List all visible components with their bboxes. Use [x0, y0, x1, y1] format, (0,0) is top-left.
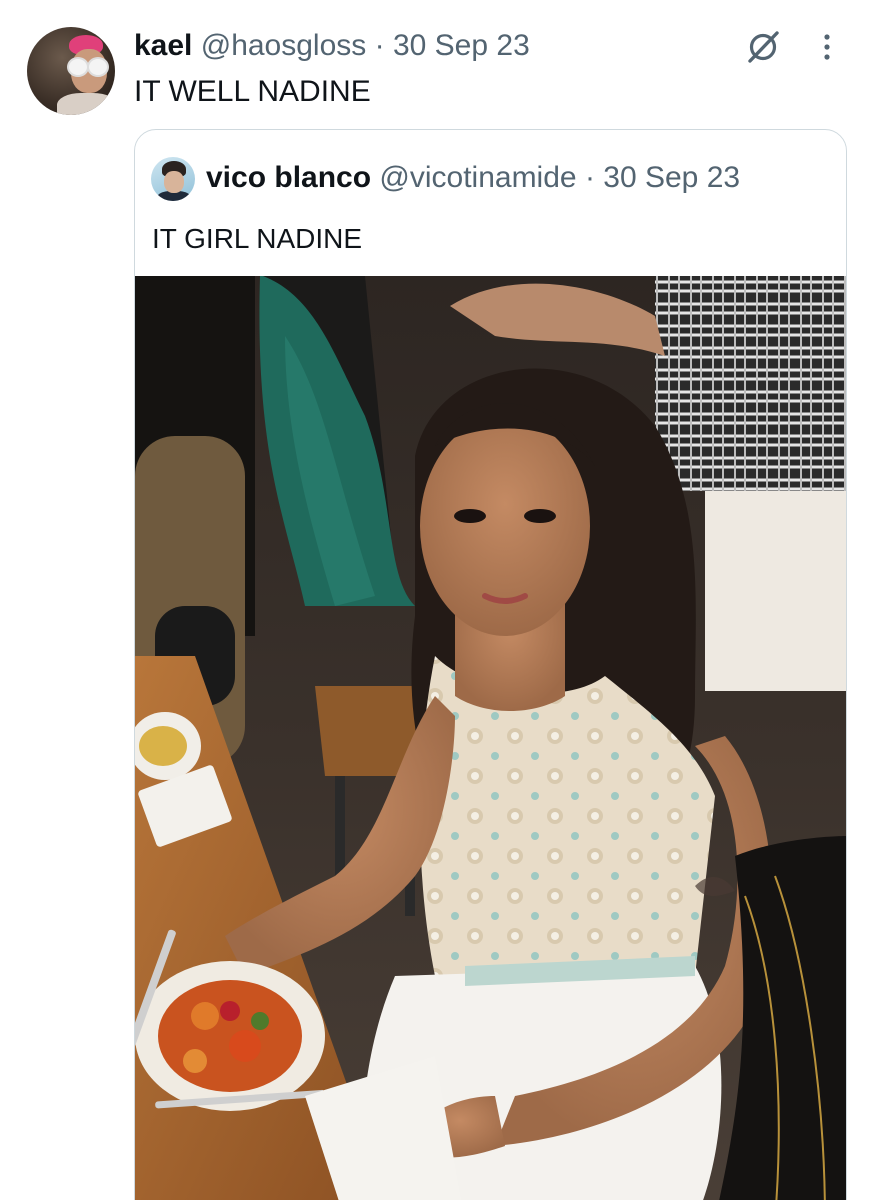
separator-dot: ·: [374, 29, 385, 62]
quoted-tweet[interactable]: vico blanco @vicotinamide · 30 Sep 23 IT…: [134, 129, 847, 1200]
quoted-author-handle[interactable]: @vicotinamide: [379, 161, 576, 194]
more-options-icon[interactable]: [812, 30, 842, 64]
author-avatar[interactable]: [27, 27, 115, 115]
author-name[interactable]: kael: [134, 29, 192, 62]
quoted-author-name[interactable]: vico blanco: [206, 161, 371, 194]
quoted-author-avatar[interactable]: [151, 157, 195, 201]
grok-icon[interactable]: [744, 28, 782, 66]
author-handle[interactable]: @haosgloss: [201, 29, 367, 62]
tweet-text: IT WELL NADINE: [134, 75, 371, 108]
tweet-date[interactable]: 30 Sep 23: [393, 29, 530, 62]
tweet-header: kael @haosgloss · 30 Sep 23: [134, 28, 530, 64]
tweet[interactable]: kael @haosgloss · 30 Sep 23 IT WELL NADI…: [0, 0, 873, 1200]
tweet-photo[interactable]: [135, 276, 846, 1200]
quoted-tweet-text: IT GIRL NADINE: [152, 223, 363, 254]
quoted-tweet-date[interactable]: 30 Sep 23: [603, 161, 740, 194]
separator-dot: ·: [584, 161, 595, 194]
quoted-tweet-header: vico blanco @vicotinamide · 30 Sep 23: [206, 160, 740, 196]
